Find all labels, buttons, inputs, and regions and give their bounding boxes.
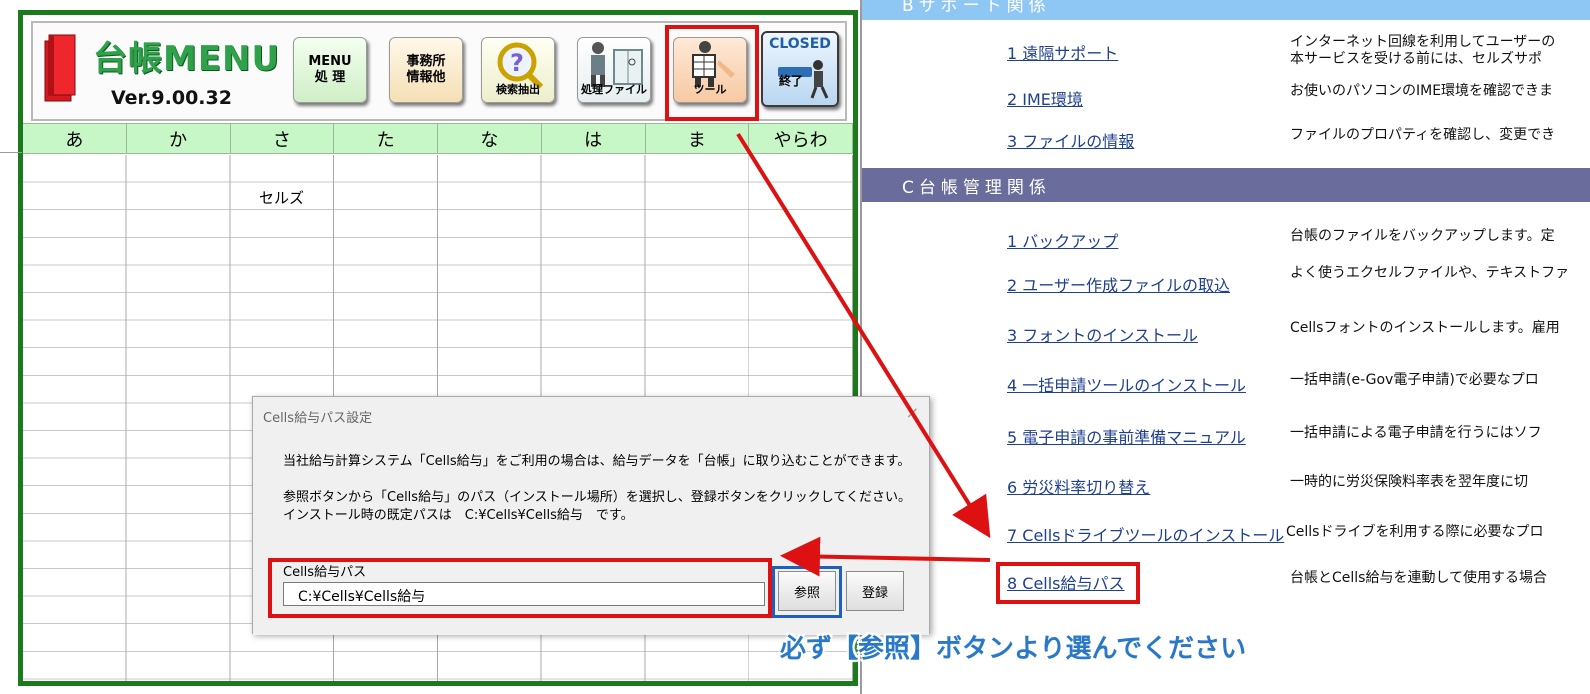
kana-tab-na[interactable]: な	[438, 124, 542, 153]
desc-install-drive-tool: Cellsドライブを利用する際に必要なプロ	[1286, 524, 1544, 540]
desc-cells-payroll-path: 台帳とCells給与を連動して使用する場合	[1290, 570, 1548, 586]
browse-button-highlight	[772, 566, 842, 618]
kana-tab-ma[interactable]: ま	[646, 124, 750, 153]
register-button[interactable]: 登録	[846, 571, 904, 611]
closed-button-label: 終了	[778, 74, 803, 88]
kana-index-row: あ か さ た な は ま やらわ	[23, 123, 853, 154]
close-icon[interactable]: ×	[906, 403, 919, 422]
dialog-message-1: 当社給与計算システム「Cells給与」をご利用の場合は、給与データを「台帳」に取…	[283, 454, 911, 469]
app-logo-title: 台帳MENU	[93, 39, 281, 79]
instruction-callout: 必ず【参照】ボタンより選んでください	[780, 634, 1247, 664]
link-install-font[interactable]: 3 フォントのインストール	[1007, 322, 1198, 346]
close-exit-button[interactable]: CLOSED 終了	[761, 31, 839, 107]
payroll-path-link-highlight	[996, 562, 1140, 604]
files-button-label: 処理ファイル	[581, 83, 647, 96]
menu-button-line1: MENU	[308, 54, 352, 69]
desc-install-bulk-tool: 一括申請(e-Gov電子申請)で必要なプロ	[1290, 372, 1539, 388]
search-extract-button[interactable]: ? 検索抽出	[481, 37, 555, 103]
desc-file-info: ファイルのプロパティを確認し、変更でき	[1290, 127, 1556, 143]
link-import-user-file[interactable]: 2 ユーザー作成ファイルの取込	[1007, 272, 1230, 296]
process-files-button[interactable]: 処理ファイル	[577, 37, 651, 103]
kana-tab-ta[interactable]: た	[334, 124, 438, 153]
desc-import-user-file: よく使うエクセルファイルや、テキストファ	[1290, 265, 1570, 281]
desc-remote-support: インターネット回線を利用してユーザーの	[1290, 34, 1556, 50]
menu-toolbar: 台帳MENU Ver.9.00.32 MENU 処 理 事務所 情報他 ? 検索…	[31, 21, 847, 121]
kana-tab-ha[interactable]: は	[542, 124, 646, 153]
desc-ime-environment: お使いのパソコンのIME環境を確認できま	[1290, 83, 1554, 99]
dialog-message-3: インストール時の既定パスは C:¥Cells¥Cells給与 です。	[283, 508, 634, 523]
ledger-book-icon	[44, 34, 76, 102]
link-file-info[interactable]: 3 ファイルの情報	[1007, 128, 1134, 152]
office-button-line2: 情報他	[406, 70, 446, 85]
kana-tab-ka[interactable]: か	[127, 124, 231, 153]
menu-process-button[interactable]: MENU 処 理	[293, 37, 367, 103]
search-button-label: 検索抽出	[496, 83, 540, 96]
worker-binder-icon	[591, 42, 643, 87]
section-header-ledger: C台帳管理関係	[862, 168, 1590, 202]
menu-button-line2: 処 理	[314, 70, 346, 85]
desc-workers-comp-rate: 一時的に労災保険料率表を翌年度に切	[1290, 474, 1528, 490]
kana-tab-sa[interactable]: さ	[231, 124, 335, 153]
desc-e-application-manual: 一括申請による電子申請を行うにはソフ	[1290, 425, 1542, 441]
link-ime-environment[interactable]: 2 IME環境	[1007, 86, 1083, 110]
svg-text:?: ?	[510, 49, 524, 77]
link-install-bulk-tool[interactable]: 4 一括申請ツールのインストール	[1007, 372, 1246, 396]
link-backup[interactable]: 1 バックアップ	[1007, 228, 1118, 252]
dialog-message-2: 参照ボタンから「Cells給与」のパス（インストール場所）を選択し、登録ボタンを…	[283, 490, 912, 505]
client-cell[interactable]: セルズ	[259, 187, 304, 208]
tools-highlight-frame	[665, 25, 759, 121]
link-remote-support[interactable]: 1 遠隔サポート	[1007, 40, 1118, 64]
path-field-highlight	[268, 558, 772, 618]
app-version: Ver.9.00.32	[111, 87, 232, 109]
link-e-application-manual[interactable]: 5 電子申請の事前準備マニュアル	[1007, 424, 1246, 448]
desc-remote-support-2: 本サービスを受ける前には、セルズサポ	[1290, 51, 1542, 67]
desc-install-font: Cellsフォントのインストールします。雇用	[1290, 320, 1560, 336]
kana-tab-a[interactable]: あ	[23, 124, 127, 153]
kana-tab-yarawa[interactable]: やらわ	[749, 124, 853, 153]
dialog-title: Cells給与パス設定	[263, 411, 373, 426]
office-button-line1: 事務所	[406, 54, 446, 69]
desc-backup: 台帳のファイルをバックアップします。定	[1290, 228, 1555, 244]
link-workers-comp-rate[interactable]: 6 労災料率切り替え	[1007, 474, 1150, 498]
tools-reference-panel: Bサポート関係 1 遠隔サポート インターネット回線を利用してユーザーの 本サー…	[862, 0, 1590, 694]
closed-sign-label: CLOSED	[769, 36, 831, 52]
section-header-support: Bサポート関係	[862, 0, 1590, 20]
office-info-button[interactable]: 事務所 情報他	[389, 37, 463, 103]
link-install-drive-tool[interactable]: 7 Cellsドライブツールのインストール	[1007, 522, 1284, 546]
guide-line	[0, 152, 22, 153]
